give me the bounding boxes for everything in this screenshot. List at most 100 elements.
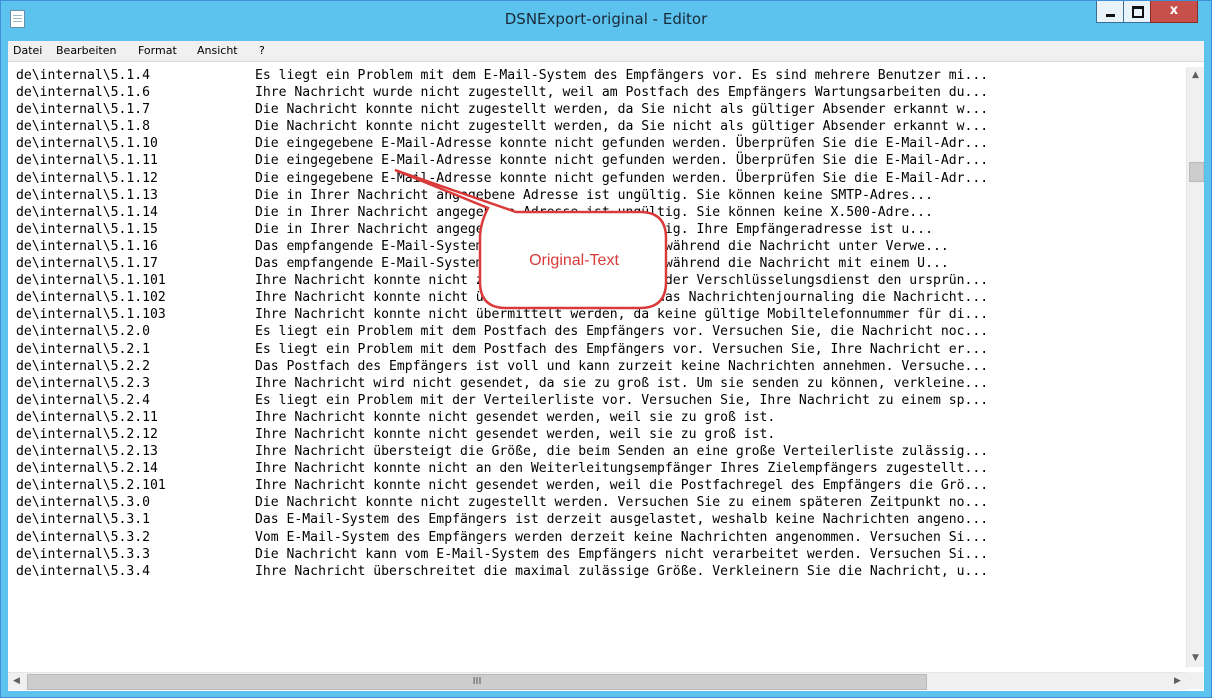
text-line: de\internal\5.1.12 Die eingegebene E-Mail… — [16, 170, 1174, 187]
text-line: de\internal\5.1.4 Es liegt ein Problem mi… — [16, 67, 1174, 84]
line-message: Vom E-Mail-System des Empfängers werden … — [255, 529, 989, 545]
line-code: de\internal\5.2.101 — [16, 478, 166, 494]
line-message: Die Nachricht kann vom E-Mail-System des… — [255, 546, 989, 562]
text-line: de\internal\5.3.0 Die Nachricht konnte ni… — [16, 494, 1174, 511]
line-code: de\internal\5.2.1 — [16, 341, 151, 357]
text-line: de\internal\5.2.1 Es liegt ein Problem mi… — [16, 341, 1174, 358]
callout-label: Original-Text — [529, 252, 619, 269]
text-line: de\internal\5.3.1 Das E-Mail-System des E… — [16, 511, 1174, 528]
line-code: de\internal\5.2.4 — [16, 392, 151, 408]
line-code: de\internal\5.2.11 — [16, 409, 158, 425]
menu-bearbeiten[interactable]: Bearbeiten — [56, 44, 116, 57]
close-button[interactable]: x — [1150, 1, 1198, 23]
line-code: de\internal\5.1.10 — [16, 136, 158, 152]
line-code: de\internal\5.1.103 — [16, 307, 166, 323]
scroll-up-icon[interactable]: ▲ — [1187, 67, 1204, 84]
scroll-left-icon[interactable]: ◀ — [8, 673, 25, 690]
text-area[interactable]: de\internal\5.1.4 Es liegt ein Problem mi… — [8, 61, 1204, 691]
client-area: Datei Bearbeiten Format Ansicht ? de\int… — [8, 41, 1204, 691]
line-message: Ihre Nachricht wurde nicht zugestellt, w… — [255, 85, 989, 101]
editor-window: DSNExport-original - Editor x Datei Bear… — [0, 0, 1212, 698]
line-message: Die Nachricht konnte nicht zugestellt we… — [255, 495, 989, 511]
menu-format[interactable]: Format — [138, 44, 177, 57]
line-code: de\internal\5.3.3 — [16, 546, 151, 562]
line-code: de\internal\5.2.14 — [16, 461, 158, 477]
line-code: de\internal\5.1.6 — [16, 85, 151, 101]
menu-help[interactable]: ? — [259, 44, 265, 57]
minimize-button[interactable] — [1096, 1, 1124, 23]
line-message: Das Postfach des Empfängers ist voll und… — [255, 358, 989, 374]
line-message: Die in Ihrer Nachricht angegebene Adress… — [255, 187, 933, 203]
line-code: de\internal\5.1.4 — [16, 68, 151, 83]
line-message: Es liegt ein Problem mit dem E-Mail-Syst… — [255, 68, 989, 83]
line-message: Ihre Nachricht übersteigt die Größe, die… — [255, 444, 989, 460]
line-message: Ihre Nachricht konnte nicht übermittelt … — [255, 307, 989, 323]
line-code: de\internal\5.2.12 — [16, 426, 158, 442]
line-message: Es liegt ein Problem mit dem Postfach de… — [255, 324, 989, 340]
close-icon: x — [1169, 3, 1179, 18]
text-line: de\internal\5.1.7 Die Nachricht konnte ni… — [16, 101, 1174, 118]
line-code: de\internal\5.1.8 — [16, 119, 151, 135]
vertical-scrollbar[interactable]: ▲ ▼ — [1186, 67, 1204, 667]
scroll-down-icon[interactable]: ▼ — [1187, 650, 1204, 667]
text-line: de\internal\5.3.3 Die Nachricht kann vom … — [16, 546, 1174, 563]
line-message: Ihre Nachricht überschreitet die maximal… — [255, 563, 989, 579]
minimize-icon — [1106, 14, 1115, 17]
line-message: Ihre Nachricht konnte nicht an den Weite… — [255, 461, 989, 477]
line-code: de\internal\5.3.2 — [16, 529, 151, 545]
text-line: de\internal\5.2.13 Ihre Nachricht überste… — [16, 443, 1174, 460]
text-lines: de\internal\5.1.4 Es liegt ein Problem mi… — [16, 67, 1174, 580]
text-line: de\internal\5.2.3 Ihre Nachricht wird nic… — [16, 375, 1174, 392]
title-bar[interactable]: DSNExport-original - Editor x — [1, 1, 1211, 41]
line-code: de\internal\5.1.101 — [16, 273, 166, 289]
line-code: de\internal\5.1.11 — [16, 153, 158, 169]
menu-bar: Datei Bearbeiten Format Ansicht ? — [8, 41, 1204, 61]
line-message: Es liegt ein Problem mit der Verteilerli… — [255, 392, 989, 408]
text-line: de\internal\5.1.8 Die Nachricht konnte ni… — [16, 118, 1174, 135]
line-message: Ihre Nachricht konnte nicht gesendet wer… — [255, 409, 776, 425]
menu-ansicht[interactable]: Ansicht — [197, 44, 238, 57]
maximize-button[interactable] — [1123, 1, 1151, 23]
scroll-right-icon[interactable]: ▶ — [1169, 673, 1186, 690]
line-message: Ihre Nachricht konnte nicht gesendet wer… — [255, 478, 989, 494]
line-code: de\internal\5.2.0 — [16, 324, 151, 340]
menu-datei[interactable]: Datei — [13, 44, 42, 57]
text-line: de\internal\5.2.14 Ihre Nachricht konnte … — [16, 460, 1174, 477]
line-code: de\internal\5.1.14 — [16, 204, 158, 220]
text-line: de\internal\5.2.12 Ihre Nachricht konnte … — [16, 426, 1174, 443]
line-message: Ihre Nachricht konnte nicht gesendet wer… — [255, 426, 776, 442]
text-line: de\internal\5.3.2 Vom E-Mail-System des E… — [16, 529, 1174, 546]
line-code: de\internal\5.2.13 — [16, 444, 158, 460]
scroll-grip-icon: III — [472, 676, 482, 687]
line-message: Es liegt ein Problem mit dem Postfach de… — [255, 341, 989, 357]
line-code: de\internal\5.2.3 — [16, 375, 151, 391]
text-line: de\internal\5.2.2 Das Postfach des Empfän… — [16, 358, 1174, 375]
text-line: de\internal\5.1.10 Die eingegebene E-Mail… — [16, 135, 1174, 152]
text-line: de\internal\5.3.4 Ihre Nachricht überschr… — [16, 563, 1174, 580]
size-grip-icon[interactable] — [1186, 672, 1203, 689]
text-line: de\internal\5.1.6 Ihre Nachricht wurde ni… — [16, 84, 1174, 101]
line-code: de\internal\5.3.4 — [16, 563, 151, 579]
maximize-icon — [1132, 6, 1144, 18]
line-code: de\internal\5.1.16 — [16, 238, 158, 254]
text-line: de\internal\5.2.101 Ihre Nachricht konnte… — [16, 477, 1174, 494]
line-code: de\internal\5.3.1 — [16, 512, 151, 528]
text-line: de\internal\5.1.13 Die in Ihrer Nachricht… — [16, 187, 1174, 204]
vertical-scroll-thumb[interactable] — [1189, 162, 1204, 182]
line-code: de\internal\5.1.15 — [16, 221, 158, 237]
text-line: de\internal\5.2.11 Ihre Nachricht konnte … — [16, 409, 1174, 426]
text-line: de\internal\5.2.4 Es liegt ein Problem mi… — [16, 392, 1174, 409]
line-message: Die eingegebene E-Mail-Adresse konnte ni… — [255, 136, 989, 152]
line-message: Die eingegebene E-Mail-Adresse konnte ni… — [255, 170, 989, 186]
text-line: de\internal\5.2.0 Es liegt ein Problem mi… — [16, 323, 1174, 340]
line-code: de\internal\5.1.13 — [16, 187, 158, 203]
horizontal-scroll-thumb[interactable]: III — [27, 674, 927, 690]
window-title: DSNExport-original - Editor — [504, 10, 708, 28]
line-code: de\internal\5.1.7 — [16, 102, 151, 118]
line-code: de\internal\5.3.0 — [16, 495, 151, 511]
horizontal-scrollbar[interactable]: ◀ III ▶ — [8, 672, 1186, 690]
text-line: de\internal\5.1.11 Die eingegebene E-Mail… — [16, 152, 1174, 169]
text-line: de\internal\5.1.103 Ihre Nachricht konnte… — [16, 306, 1174, 323]
line-code: de\internal\5.1.17 — [16, 256, 158, 272]
line-message: Die Nachricht konnte nicht zugestellt we… — [255, 102, 989, 118]
